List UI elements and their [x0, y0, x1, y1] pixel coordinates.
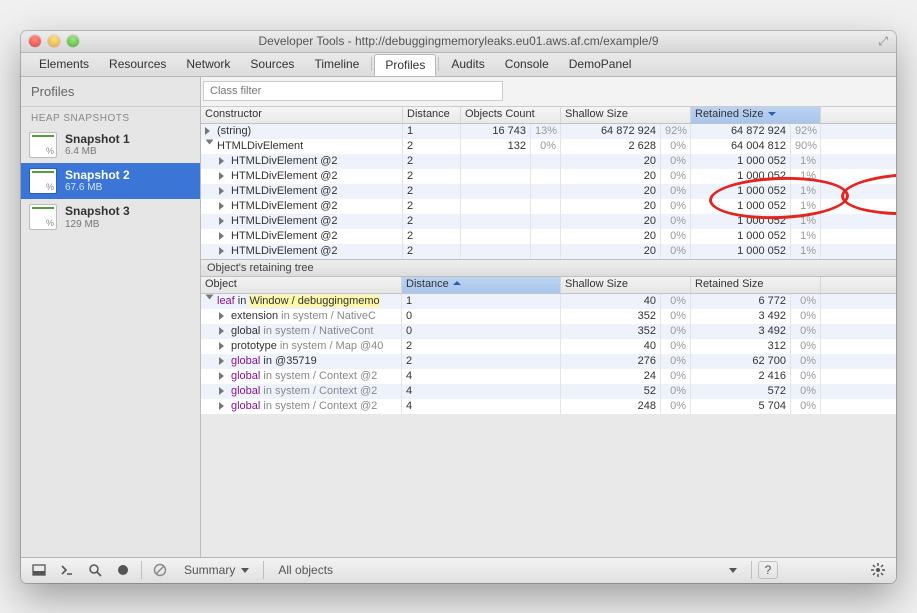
disclosure-icon[interactable]	[219, 202, 228, 210]
rheader-distance[interactable]: Distance	[402, 277, 561, 293]
grid-row[interactable]: HTMLDivElement @2 2 200% 1 000 0521%	[201, 214, 896, 229]
tab-elements[interactable]: Elements	[29, 54, 99, 74]
grid-header: Constructor Distance Objects Count Shall…	[201, 107, 896, 124]
retaining-row[interactable]: leaf in Window / debuggingmemo 1 400% 6 …	[201, 294, 896, 309]
clear-icon[interactable]	[148, 561, 172, 579]
retaining-row[interactable]: global in system / Context @2 4 520% 572…	[201, 384, 896, 399]
help-button[interactable]: ?	[758, 561, 778, 579]
chevron-down-icon	[729, 568, 737, 577]
retaining-row[interactable]: prototype in system / Map @40 2 400% 312…	[201, 339, 896, 354]
rheader-object[interactable]: Object	[201, 277, 402, 293]
disclosure-icon[interactable]	[219, 357, 228, 365]
retaining-row[interactable]: global in system / Context @2 4 240% 2 4…	[201, 369, 896, 384]
sidebar: Profiles HEAP SNAPSHOTS Snapshot 1 6.4 M…	[21, 77, 201, 557]
disclosure-icon[interactable]	[219, 312, 228, 320]
header-constructor[interactable]: Constructor	[201, 107, 403, 123]
summary-grid: Constructor Distance Objects Count Shall…	[201, 107, 896, 259]
header-shallow[interactable]: Shallow Size	[561, 107, 691, 123]
disclosure-icon[interactable]	[219, 217, 228, 225]
tab-network[interactable]: Network	[176, 54, 240, 74]
grid-row[interactable]: (string) 1 16 74313% 64 872 92492% 64 87…	[201, 124, 896, 139]
disclosure-icon[interactable]	[219, 402, 228, 410]
zoom-icon[interactable]	[67, 35, 79, 47]
tab-profiles[interactable]: Profiles	[374, 54, 436, 76]
snapshot-size: 129 MB	[65, 219, 130, 231]
console-icon[interactable]	[55, 561, 79, 579]
snapshot-name: Snapshot 2	[65, 168, 130, 182]
view-select[interactable]: Summary	[176, 563, 257, 577]
statusbar: Summary All objects ?	[21, 557, 896, 583]
settings-gear-icon[interactable]	[866, 561, 890, 579]
rheader-shallow[interactable]: Shallow Size	[561, 277, 691, 293]
disclosure-icon[interactable]	[219, 372, 228, 380]
panel-tabs: Elements Resources Network Sources Timel…	[21, 53, 896, 77]
header-count[interactable]: Objects Count	[461, 107, 561, 123]
devtools-window: Developer Tools - http://debuggingmemory…	[21, 31, 896, 583]
snapshot-icon	[29, 168, 57, 194]
sidebar-title: Profiles	[21, 77, 200, 107]
snapshot-item[interactable]: Snapshot 3 129 MB	[21, 199, 200, 235]
class-filter-input[interactable]	[203, 81, 503, 101]
disclosure-icon[interactable]	[219, 387, 228, 395]
grid-row[interactable]: HTMLDivElement @2 2 200% 1 000 0521%	[201, 184, 896, 199]
grid-row[interactable]: HTMLDivElement @2 2 200% 1 000 0521%	[201, 229, 896, 244]
tab-timeline[interactable]: Timeline	[304, 54, 369, 74]
disclosure-icon[interactable]	[219, 187, 228, 195]
disclosure-icon[interactable]	[219, 232, 228, 240]
retaining-tree-title: Object's retaining tree	[201, 259, 896, 277]
snapshot-size: 6.4 MB	[65, 146, 130, 158]
grid-row[interactable]: HTMLDivElement @2 2 200% 1 000 0521%	[201, 244, 896, 259]
grid-row[interactable]: HTMLDivElement @2 2 200% 1 000 0521%	[201, 199, 896, 214]
grid-row[interactable]: HTMLDivElement @2 2 200% 1 000 0521%	[201, 169, 896, 184]
disclosure-icon[interactable]	[219, 157, 228, 165]
snapshot-name: Snapshot 3	[65, 204, 130, 218]
retaining-row[interactable]: global in system / Context @2 4 2480% 5 …	[201, 399, 896, 414]
retaining-row[interactable]: global in system / NativeCont 0 3520% 3 …	[201, 324, 896, 339]
retaining-grid: Object Distance Shallow Size Retained Si…	[201, 277, 896, 414]
sidebar-section: HEAP SNAPSHOTS	[21, 107, 200, 127]
filter-row	[201, 77, 896, 107]
disclosure-icon[interactable]	[219, 342, 228, 350]
snapshot-size: 67.6 MB	[65, 182, 130, 194]
expand-icon[interactable]: ⤢	[878, 34, 888, 49]
disclosure-icon[interactable]	[206, 294, 214, 303]
dock-icon[interactable]	[27, 561, 51, 579]
sort-desc-icon	[768, 112, 776, 120]
retaining-row[interactable]: extension in system / NativeC 0 3520% 3 …	[201, 309, 896, 324]
close-icon[interactable]	[29, 35, 41, 47]
header-distance[interactable]: Distance	[403, 107, 461, 123]
snapshot-icon	[29, 204, 57, 230]
window-controls	[29, 35, 79, 47]
grid-row[interactable]: HTMLDivElement 2 1320% 2 6280% 64 004 81…	[201, 139, 896, 154]
disclosure-icon[interactable]	[219, 327, 228, 335]
disclosure-icon[interactable]	[219, 172, 228, 180]
search-icon[interactable]	[83, 561, 107, 579]
tab-console[interactable]: Console	[495, 54, 559, 74]
tab-audits[interactable]: Audits	[441, 54, 494, 74]
sort-asc-icon	[453, 281, 461, 285]
retaining-row[interactable]: global in @35719 2 2760% 62 7000%	[201, 354, 896, 369]
disclosure-icon[interactable]	[206, 139, 214, 148]
tab-resources[interactable]: Resources	[99, 54, 176, 74]
filter-select[interactable]: All objects	[270, 563, 745, 577]
disclosure-icon[interactable]	[205, 127, 214, 135]
header-retained[interactable]: Retained Size	[691, 107, 821, 123]
snapshot-name: Snapshot 1	[65, 132, 130, 146]
rheader-retained[interactable]: Retained Size	[691, 277, 821, 293]
titlebar: Developer Tools - http://debuggingmemory…	[21, 31, 896, 53]
snapshot-icon	[29, 132, 57, 158]
snapshot-item[interactable]: Snapshot 1 6.4 MB	[21, 127, 200, 163]
record-icon[interactable]	[111, 561, 135, 579]
disclosure-icon[interactable]	[219, 247, 228, 255]
tab-sources[interactable]: Sources	[240, 54, 304, 74]
grid-row[interactable]: HTMLDivElement @2 2 200% 1 000 0521%	[201, 154, 896, 169]
window-title: Developer Tools - http://debuggingmemory…	[21, 34, 896, 48]
main-panel: Constructor Distance Objects Count Shall…	[201, 77, 896, 557]
snapshot-item[interactable]: Snapshot 2 67.6 MB	[21, 163, 200, 199]
chevron-down-icon	[241, 568, 249, 577]
tab-demopanel[interactable]: DemoPanel	[559, 54, 642, 74]
minimize-icon[interactable]	[48, 35, 60, 47]
retaining-header: Object Distance Shallow Size Retained Si…	[201, 277, 896, 294]
